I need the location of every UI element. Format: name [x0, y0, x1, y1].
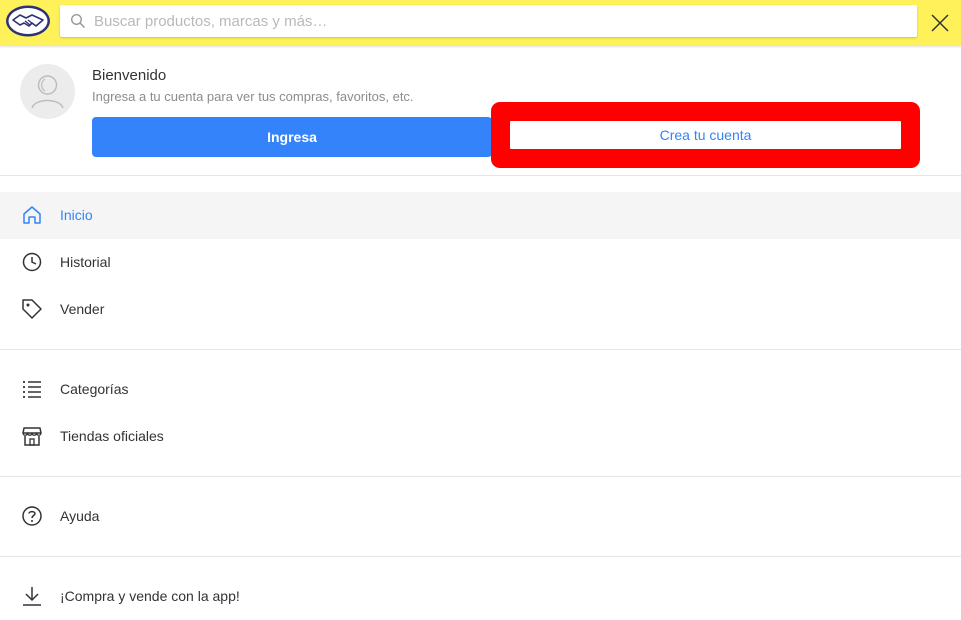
search-bar	[60, 5, 917, 37]
welcome-title: Bienvenido	[92, 67, 167, 84]
close-icon[interactable]	[929, 12, 951, 34]
menu-item-label: Ayuda	[60, 508, 100, 524]
store-icon	[22, 427, 42, 446]
welcome-subtitle: Ingresa a tu cuenta para ver tus compras…	[92, 89, 414, 104]
menu-item-label: Tiendas oficiales	[60, 428, 164, 444]
list-icon	[23, 381, 41, 398]
menu-item-label: Vender	[60, 301, 105, 317]
menu-item-tiendas-oficiales[interactable]: Tiendas oficiales	[0, 413, 961, 460]
menu-item-label: Categorías	[60, 381, 129, 397]
clock-icon	[22, 252, 42, 272]
menu-item-ayuda[interactable]: Ayuda	[0, 493, 961, 540]
home-icon	[23, 206, 41, 224]
divider	[0, 476, 961, 477]
user-icon	[31, 75, 64, 109]
menu-item-label: ¡Compra y vende con la app!	[60, 588, 240, 604]
search-icon	[70, 13, 86, 29]
login-button[interactable]: Ingresa	[92, 117, 492, 157]
menu-item-categorias[interactable]: Categorías	[0, 366, 961, 413]
divider	[0, 175, 961, 176]
create-account-button[interactable]: Crea tu cuenta	[510, 121, 901, 149]
search-input[interactable]	[94, 5, 894, 37]
top-bar	[0, 0, 961, 46]
divider	[0, 349, 961, 350]
menu-item-vender[interactable]: Vender	[0, 286, 961, 333]
download-icon	[23, 587, 41, 606]
menu-item-label: Historial	[60, 254, 111, 270]
menu-item-inicio[interactable]: Inicio	[0, 192, 961, 239]
tag-icon	[22, 299, 42, 319]
menu-item-historial[interactable]: Historial	[0, 239, 961, 286]
divider	[0, 556, 961, 557]
help-icon	[22, 506, 42, 526]
menu-item-label: Inicio	[60, 207, 93, 223]
avatar	[20, 64, 75, 119]
mercadolibre-logo[interactable]	[5, 4, 51, 38]
